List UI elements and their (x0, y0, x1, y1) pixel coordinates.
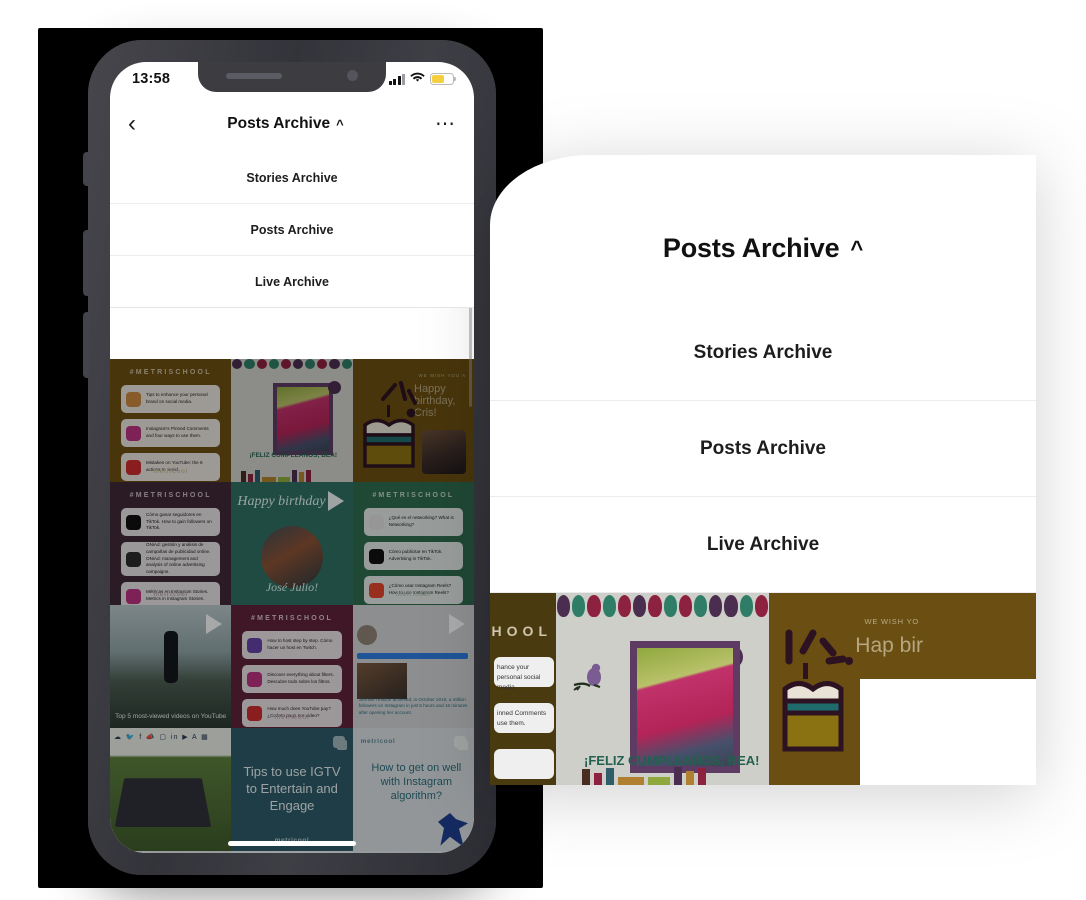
magnified-grid-post-cell[interactable]: SCHOOL hance your personal social media.… (490, 593, 556, 785)
books-decoration (582, 767, 752, 785)
dim-overlay (352, 605, 474, 728)
dim-overlay (231, 482, 353, 605)
grid-post-cell[interactable]: 12, 13 Y 14 DE MAYO #P⊗SICIONA20 VICTOR (352, 851, 474, 853)
status-bar-time: 13:58 (132, 71, 171, 87)
front-camera-icon (347, 70, 358, 81)
grid-post-cell[interactable]: ¡FELIZ CUMPLEAÑOS, BEA! (231, 359, 353, 482)
grid-post-cell[interactable]: Jennifer Aniston achieved, in October 20… (352, 605, 474, 728)
magnified-callout-panel: Posts Archive ^ Stories Archive Posts Ar… (490, 155, 1036, 785)
grid-post-cell[interactable]: metricool How to get on well with Instag… (352, 728, 474, 851)
dim-overlay (110, 851, 232, 853)
dim-overlay (231, 728, 353, 851)
archive-type-dropdown: Stories Archive Posts Archive Live Archi… (110, 152, 474, 308)
magnified-dropdown-item-stories-archive[interactable]: Stories Archive (490, 305, 1036, 401)
magnified-dropdown-item-posts-archive[interactable]: Posts Archive (490, 401, 1036, 497)
magnified-grid-post-cell[interactable]: ¡FELIZ CUMPLEAÑOS, BEA! (556, 593, 769, 785)
grid-post-cell[interactable]: WE WISH YOU A Happy birthday, Cris! (352, 359, 474, 482)
dim-overlay (352, 728, 474, 851)
dim-overlay (231, 851, 353, 853)
battery-icon (430, 73, 457, 85)
dim-overlay (231, 605, 353, 728)
balloons-decoration (556, 593, 769, 627)
dim-overlay (352, 359, 474, 482)
grid-post-cell[interactable]: #METRISCHOOL Cómo ganar seguidores en Ti… (110, 482, 232, 605)
grid-post-cell[interactable]: #METRISCHOOL Tips to enhance your person… (110, 359, 232, 482)
grid-post-cell[interactable]: #METRISCHOOL How to host step by step. C… (231, 605, 353, 728)
dim-overlay (110, 728, 232, 851)
birthday-cake-illustration (782, 629, 853, 752)
post-caption: Hap bir (855, 634, 923, 657)
dim-overlay (110, 359, 232, 482)
dim-overlay (352, 482, 474, 605)
grid-post-cell[interactable]: Top 5 most-viewed videos on YouTube (110, 605, 232, 728)
panel-corner-cutout (860, 679, 1036, 785)
cellular-signal-icon (388, 73, 405, 85)
magnified-page-title-dropdown-trigger[interactable]: Posts Archive ^ (490, 233, 1036, 264)
grid-post-cell[interactable]: Thanks (231, 851, 353, 853)
grid-post-cell[interactable]: ☁ 🐦 f 📣 ▢ in ▶ A ▦ (110, 728, 232, 851)
mute-switch-button[interactable] (83, 152, 89, 186)
list-item-label: inned Comments use them. (497, 710, 547, 727)
bird-illustration (573, 663, 601, 691)
volume-down-button[interactable] (83, 312, 89, 378)
post-overline: WE WISH YO (864, 617, 919, 626)
wifi-icon (410, 70, 425, 88)
chevron-up-icon: ^ (336, 116, 344, 132)
page-title-dropdown-trigger[interactable]: Posts Archive ^ (227, 115, 343, 133)
phone-screen: 13:58 ‹ Posts Archive ^ ⋯ Stories Archiv… (110, 62, 474, 853)
phone-device-mockup: 13:58 ‹ Posts Archive ^ ⋯ Stories Archiv… (83, 40, 501, 875)
list-item-label: hance your personal social media. (497, 664, 541, 691)
grid-post-cell[interactable]: #METRISCHOOL ¿Qué es el networking? What… (352, 482, 474, 605)
list-item (494, 749, 554, 779)
earpiece-speaker-icon (226, 73, 282, 79)
ellipsis-icon[interactable]: ⋯ (435, 114, 456, 134)
volume-up-button[interactable] (83, 230, 89, 296)
magnified-archive-type-dropdown: Stories Archive Posts Archive Live Archi… (490, 305, 1036, 593)
dim-overlay (110, 605, 232, 728)
grid-post-cell[interactable]: Tips to use IGTV to Entertain and Engage… (231, 728, 353, 851)
magnified-page-title: Posts Archive (662, 233, 840, 263)
posts-archive-grid[interactable]: #METRISCHOOL Tips to enhance your person… (110, 359, 474, 853)
dropdown-item-stories-archive[interactable]: Stories Archive (110, 152, 474, 204)
post-heading: SCHOOL (490, 623, 552, 639)
status-bar-indicators (388, 70, 457, 88)
grid-post-cell[interactable]: 12, 13 Y 14 DE MAYO #P⊗SICIONA20 JUAN PA… (110, 851, 232, 853)
magnified-dropdown-item-live-archive[interactable]: Live Archive (490, 497, 1036, 593)
dim-overlay (352, 851, 474, 853)
screenshot-stage: 13:58 ‹ Posts Archive ^ ⋯ Stories Archiv… (0, 0, 1086, 900)
chevron-left-icon[interactable]: ‹ (128, 112, 136, 136)
home-indicator[interactable] (228, 841, 356, 846)
list-item: hance your personal social media. (494, 657, 554, 691)
chevron-up-icon: ^ (850, 235, 864, 261)
app-navigation-bar: ‹ Posts Archive ^ ⋯ (110, 96, 474, 152)
dropdown-item-posts-archive[interactable]: Posts Archive (110, 204, 474, 256)
dim-overlay (231, 359, 353, 482)
phone-notch (198, 62, 386, 92)
page-title: Posts Archive (227, 115, 331, 132)
dropdown-item-live-archive[interactable]: Live Archive (110, 256, 474, 308)
dim-overlay (110, 482, 232, 605)
list-item: inned Comments use them. (494, 703, 554, 733)
grid-post-cell[interactable]: Happy birthday José Julio! (231, 482, 353, 605)
